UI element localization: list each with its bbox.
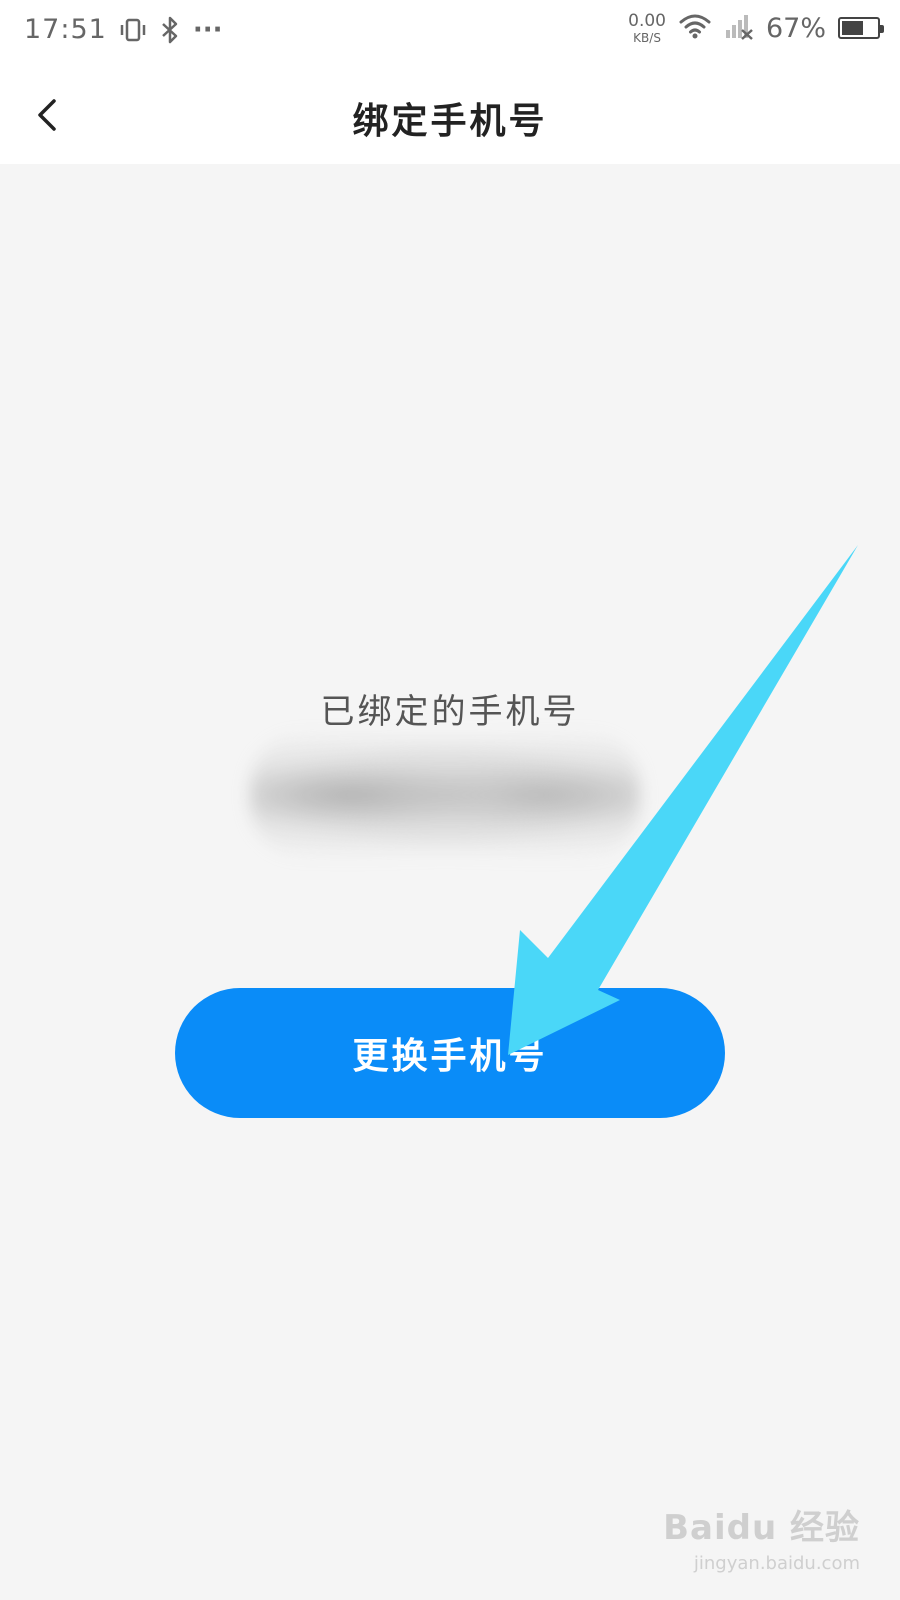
status-time: 17:51 <box>24 14 107 45</box>
signal-off-icon <box>724 12 754 44</box>
change-phone-button-label: 更换手机号 <box>352 1035 548 1077</box>
status-bar: 17:51 ··· 0.00 KB/S 67% <box>0 0 900 64</box>
more-icon: ··· <box>192 14 223 45</box>
nav-bar: 绑定手机号 <box>0 64 900 164</box>
status-left: 17:51 ··· <box>24 14 222 45</box>
wifi-icon <box>678 12 712 44</box>
vibrate-icon <box>119 16 147 44</box>
bluetooth-icon <box>159 16 181 44</box>
watermark-url: jingyan.baidu.com <box>693 1553 860 1574</box>
blurred-phone-number <box>250 730 640 860</box>
net-speed: 0.00 KB/S <box>628 10 666 45</box>
bound-phone-label: 已绑定的手机号 <box>320 692 580 732</box>
battery-fill <box>842 21 864 35</box>
status-right: 0.00 KB/S 67% <box>628 10 884 45</box>
page-title: 绑定手机号 <box>352 100 548 142</box>
watermark: Baidu 经验 jingyan.baidu.com <box>663 1500 860 1574</box>
net-speed-unit: KB/S <box>633 30 661 45</box>
watermark-logo: Baidu 经验 <box>663 1508 860 1548</box>
battery-percent: 67% <box>765 12 826 44</box>
change-phone-button[interactable]: 更换手机号 <box>175 988 725 1118</box>
net-speed-value: 0.00 <box>628 10 666 31</box>
battery-icon <box>838 17 884 39</box>
